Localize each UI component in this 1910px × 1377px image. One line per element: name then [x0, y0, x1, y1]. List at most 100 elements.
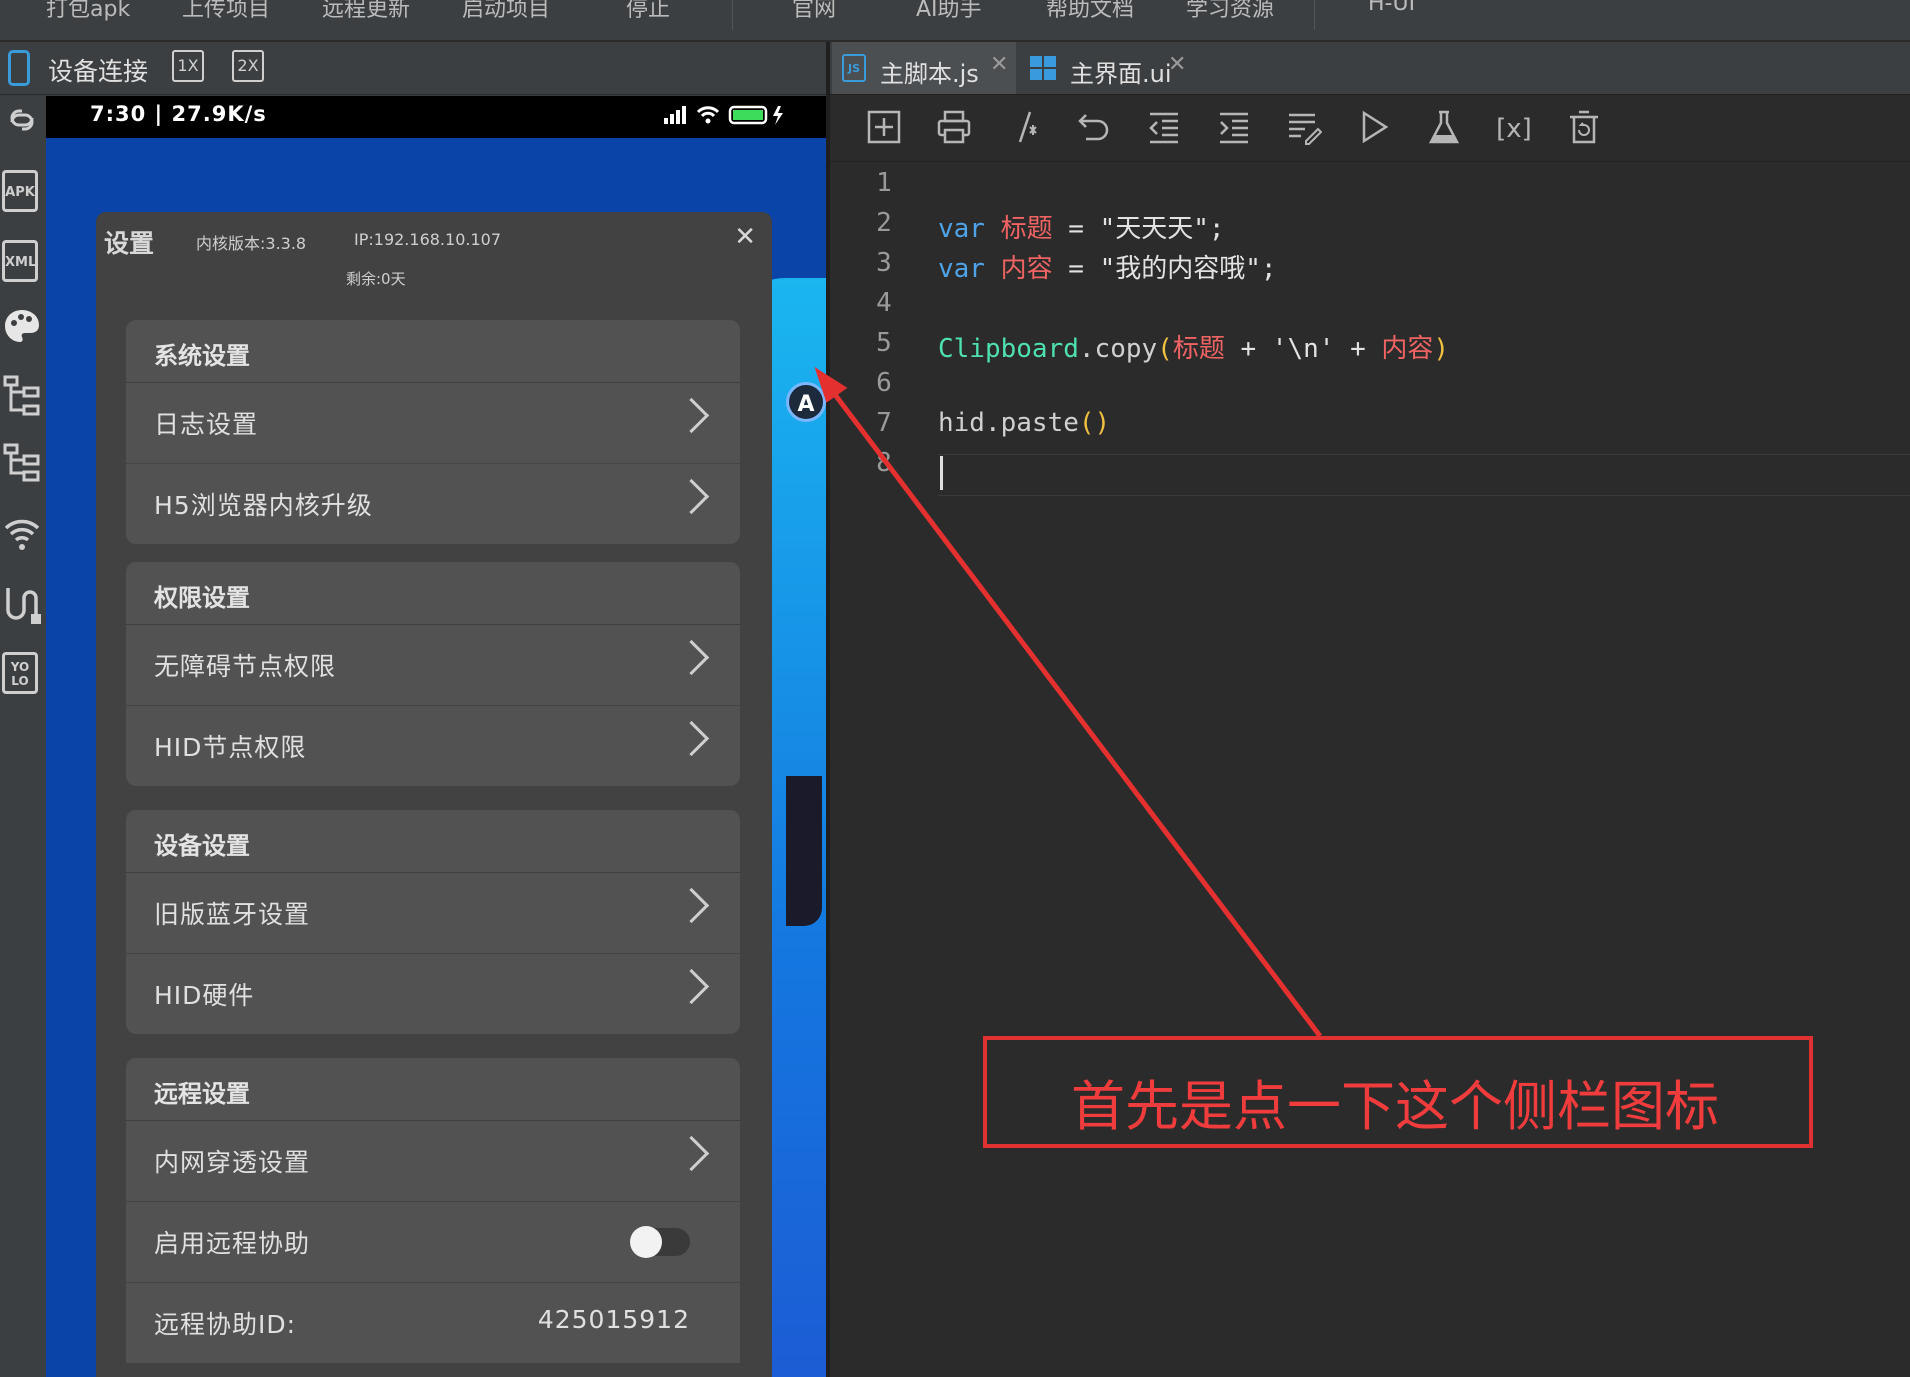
line-number: 3 — [876, 248, 892, 278]
floating-assistant-icon[interactable]: A — [786, 382, 826, 422]
menu-ai-assistant[interactable]: AI助手 — [916, 0, 982, 23]
keyword: var — [938, 254, 985, 284]
settings-dialog: 设置 内核版本:3.3.8 IP:192.168.10.107 剩余:0天 ✕ … — [96, 212, 772, 1377]
menu-start-project[interactable]: 启动项目 — [462, 0, 550, 23]
variable-icon[interactable]: [x] — [1494, 109, 1534, 149]
menu-learning[interactable]: 学习资源 — [1186, 0, 1274, 23]
row-label: 内网穿透设置 — [154, 1148, 311, 1177]
line-number: 8 — [876, 448, 892, 478]
indent-icon[interactable] — [1214, 109, 1254, 149]
node-tree-icon[interactable] — [0, 374, 44, 424]
clear-icon[interactable] — [1564, 109, 1604, 149]
code-line-2: var 标题 = "天天天"; — [938, 208, 1225, 245]
tab-main-ui[interactable]: 主界面.ui ✕ — [1020, 42, 1200, 94]
group-system-settings: 系统设置 日志设置 H5浏览器内核升级 — [126, 320, 740, 544]
row-label: 无障碍节点权限 — [154, 652, 337, 681]
editor-tabs: JS 主脚本.js ✕ 主界面.ui ✕ — [830, 42, 1910, 95]
settings-title: 设置 — [104, 229, 155, 258]
row-label: H5浏览器内核升级 — [154, 491, 373, 520]
identifier: 内容 — [1381, 334, 1434, 364]
apk-icon[interactable]: APK — [0, 170, 44, 220]
scale-1x-button[interactable]: 1X — [172, 50, 204, 82]
new-file-icon[interactable] — [864, 109, 904, 149]
apk-tag: APK — [2, 170, 38, 212]
row-label: 远程协助ID: — [154, 1310, 297, 1339]
status-icons — [660, 102, 790, 133]
row-hid-hardware[interactable]: HID硬件 — [126, 954, 740, 1034]
row-remote-assist-id: 远程协助ID: 425015912 — [126, 1283, 740, 1363]
device-panel-title: 设备连接 — [48, 57, 149, 86]
row-hid-permission[interactable]: HID节点权限 — [126, 706, 740, 786]
editor-toolbar: [x] — [830, 95, 1910, 162]
close-tab-icon[interactable]: ✕ — [990, 52, 1008, 77]
row-h5-kernel-upgrade[interactable]: H5浏览器内核升级 — [126, 464, 740, 544]
menu-separator — [1314, 0, 1315, 30]
top-menu-bar: 打包apk 上传项目 远程更新 启动项目 停止 官网 AI助手 帮助文档 学习资… — [0, 0, 1910, 41]
group-header: 权限设置 — [126, 562, 740, 625]
link-icon[interactable] — [0, 102, 44, 152]
menu-upload-project[interactable]: 上传项目 — [182, 0, 270, 23]
row-enable-remote-assist: 启用远程协助 — [126, 1202, 740, 1283]
phone-screen[interactable]: 7:30 | 27.9K/s A 设置 内核版本:3.3.8 IP:192.16… — [46, 96, 826, 1377]
yolo-icon[interactable]: YO LO — [0, 652, 44, 702]
xml-tag: XML — [2, 240, 38, 282]
js-file-icon: JS — [842, 54, 866, 82]
text-cursor — [940, 456, 943, 490]
row-label: HID节点权限 — [154, 733, 307, 762]
hid-node-tree-icon[interactable] — [0, 442, 44, 492]
menu-h-ui[interactable]: H-UI — [1368, 0, 1415, 16]
line-number: 4 — [876, 288, 892, 318]
row-intranet-penetration[interactable]: 内网穿透设置 — [126, 1121, 740, 1202]
menu-help-docs[interactable]: 帮助文档 — [1046, 0, 1134, 23]
run-icon[interactable] — [1354, 109, 1394, 149]
group-remote-settings: 远程设置 内网穿透设置 启用远程协助 远程协助ID: 425015912 — [126, 1058, 740, 1363]
flask-icon[interactable] — [1424, 109, 1464, 149]
print-icon[interactable] — [934, 109, 974, 149]
row-accessibility-permission[interactable]: 无障碍节点权限 — [126, 625, 740, 706]
class-name: Clipboard — [938, 334, 1079, 364]
format-code-icon[interactable] — [1284, 109, 1324, 149]
menu-stop[interactable]: 停止 — [626, 0, 670, 23]
row-legacy-bluetooth[interactable]: 旧版蓝牙设置 — [126, 873, 740, 954]
code-text: = "我的内容哦"; — [1052, 254, 1277, 284]
device-panel: 设备连接 1X 2X APK XML YO LO 7:30 | 27.9K/s … — [0, 42, 826, 1377]
code-area[interactable]: 1 2 3 4 5 6 7 8 var 标题 = "天天天"; var 内容 =… — [830, 162, 1910, 1377]
close-tab-icon[interactable]: ✕ — [1168, 52, 1186, 77]
annotation-box: 首先是点一下这个侧栏图标 — [983, 1036, 1813, 1148]
call-name: hid.paste — [938, 408, 1079, 438]
menu-official-site[interactable]: 官网 — [792, 0, 836, 23]
undo-icon[interactable] — [1074, 109, 1114, 149]
group-header: 远程设置 — [126, 1058, 740, 1121]
annotation-text: 首先是点一下这个侧栏图标 — [1071, 1075, 1719, 1138]
palette-icon[interactable] — [0, 306, 44, 356]
line-number: 1 — [876, 168, 892, 198]
device-ip: IP:192.168.10.107 — [354, 230, 501, 249]
code-editor: JS 主脚本.js ✕ 主界面.ui ✕ [x] 1 2 3 4 5 6 7 8… — [830, 42, 1910, 1377]
xml-icon[interactable]: XML — [0, 240, 44, 290]
keyword: var — [938, 214, 985, 244]
chevron-right-icon — [673, 1135, 710, 1172]
group-header-label: 设备设置 — [154, 832, 250, 860]
group-permission-settings: 权限设置 无障碍节点权限 HID节点权限 — [126, 562, 740, 786]
outdent-icon[interactable] — [1144, 109, 1184, 149]
paren: ) — [1433, 334, 1450, 364]
comment-icon[interactable] — [1004, 109, 1044, 149]
kernel-version: 内核版本:3.3.8 — [196, 234, 307, 253]
group-header-label: 权限设置 — [154, 584, 250, 612]
close-icon[interactable]: ✕ — [734, 222, 756, 252]
app-window: 打包apk 上传项目 远程更新 启动项目 停止 官网 AI助手 帮助文档 学习资… — [0, 0, 1910, 1377]
menu-remote-update[interactable]: 远程更新 — [322, 0, 410, 23]
line-number: 5 — [876, 328, 892, 358]
row-log-settings[interactable]: 日志设置 — [126, 383, 740, 464]
sidebar-toolstrip: APK XML YO LO — [0, 96, 46, 1377]
tab-main-script[interactable]: JS 主脚本.js ✕ — [832, 42, 1016, 94]
chevron-right-icon — [673, 968, 710, 1005]
device-panel-header: 设备连接 1X 2X — [0, 42, 826, 95]
scale-2x-button[interactable]: 2X — [232, 50, 264, 82]
code-line-3: var 内容 = "我的内容哦"; — [938, 248, 1277, 285]
identifier: 标题 — [1000, 214, 1053, 244]
wifi-icon[interactable] — [0, 516, 44, 566]
remote-assist-toggle[interactable] — [630, 1226, 690, 1258]
usb-cable-icon[interactable] — [0, 584, 44, 634]
menu-build-apk[interactable]: 打包apk — [46, 0, 130, 23]
